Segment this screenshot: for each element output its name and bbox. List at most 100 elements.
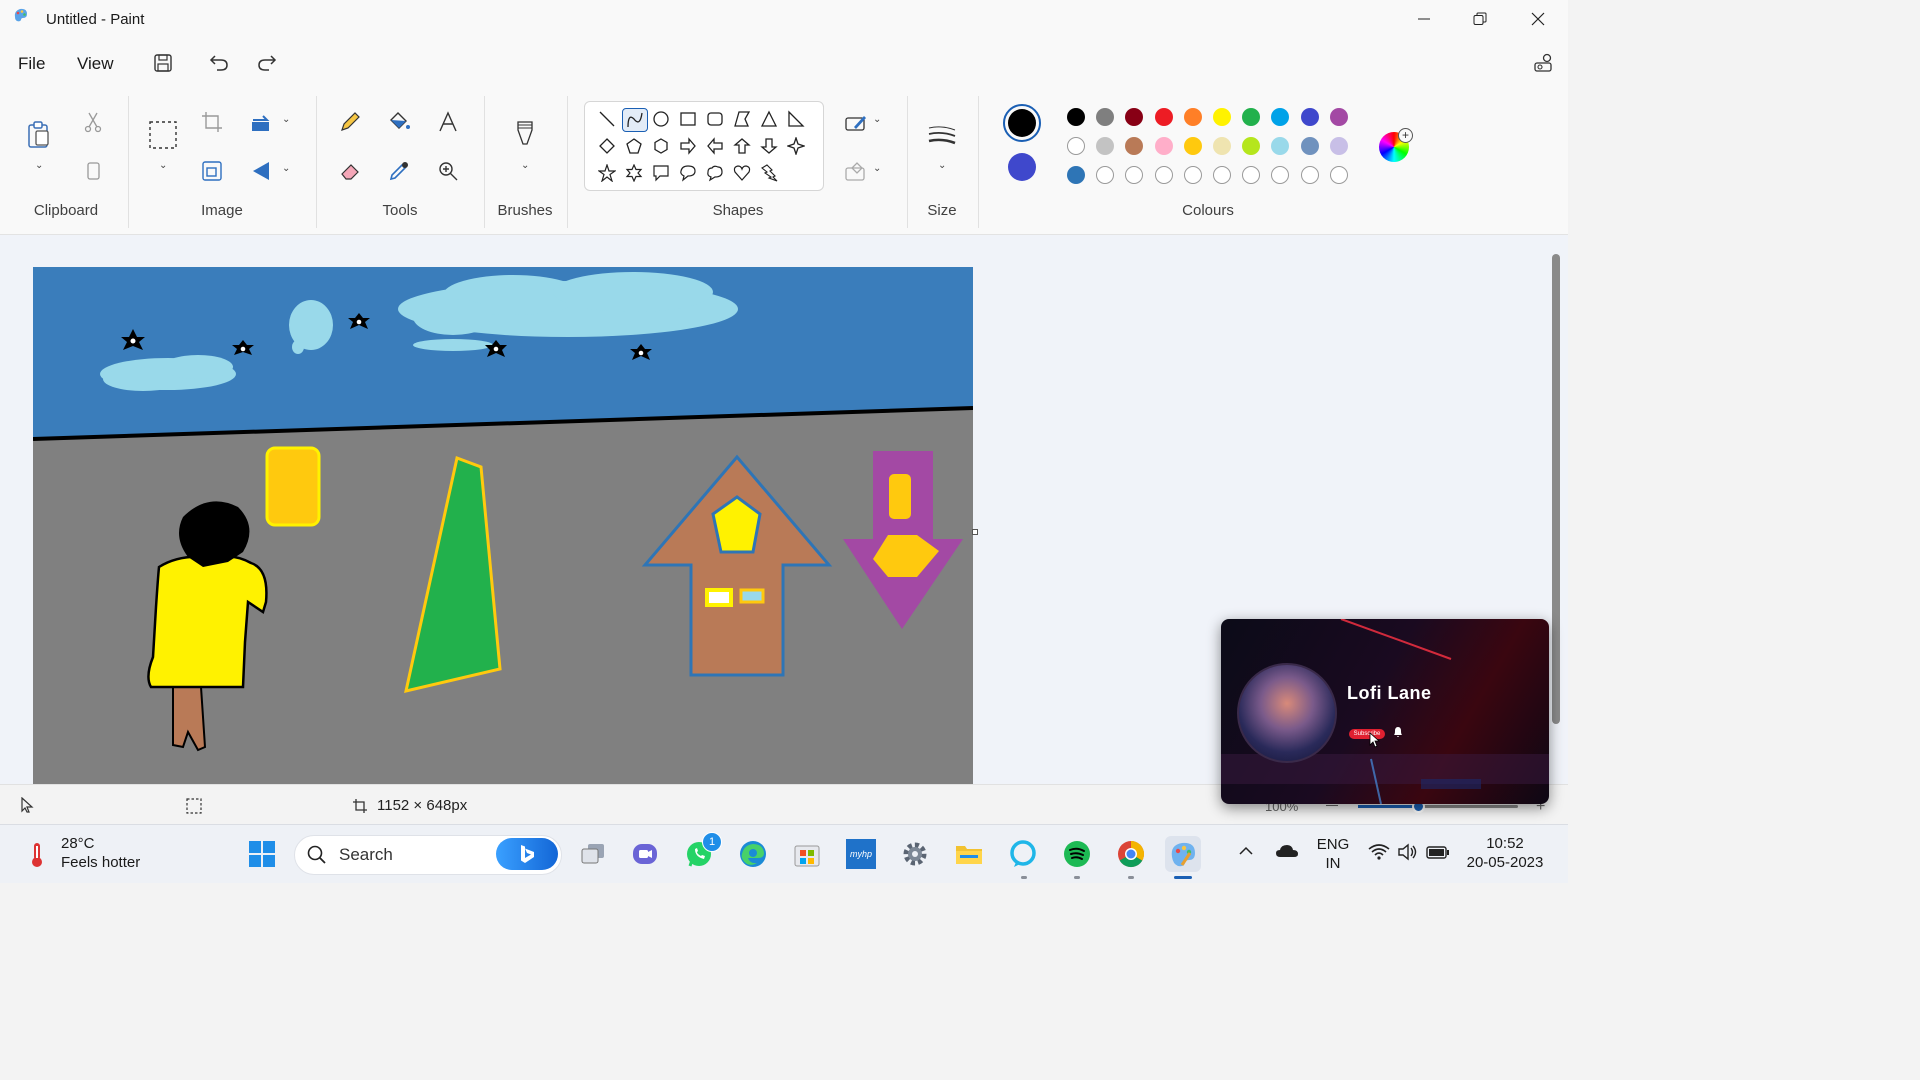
brushes-chevron-icon[interactable]: ⌄ xyxy=(521,160,529,171)
menu-file[interactable]: File xyxy=(18,54,45,74)
eraser-tool[interactable] xyxy=(333,154,367,188)
colour-swatch[interactable] xyxy=(1300,137,1319,155)
spotify-button[interactable] xyxy=(1059,836,1095,872)
outline-chevron-icon[interactable]: ⌄ xyxy=(873,114,881,125)
color-picker-tool[interactable] xyxy=(382,154,416,188)
shape-triangle[interactable] xyxy=(757,108,781,130)
shape-diamond[interactable] xyxy=(595,135,619,157)
file-explorer-button[interactable] xyxy=(951,836,987,872)
colour-swatch[interactable] xyxy=(1154,108,1173,126)
shape-oval[interactable] xyxy=(649,108,673,130)
quick-settings-button[interactable] xyxy=(1368,843,1452,865)
fill-shape-chevron-icon[interactable]: ⌄ xyxy=(873,163,881,174)
shape-curve[interactable] xyxy=(622,108,648,132)
account-button[interactable] xyxy=(1528,50,1558,76)
shape-cloud-callout[interactable] xyxy=(703,162,727,184)
paste-button[interactable] xyxy=(22,118,56,152)
colour-swatch[interactable] xyxy=(1125,137,1144,155)
minimize-button[interactable] xyxy=(1396,0,1452,38)
flip-button[interactable] xyxy=(244,154,278,188)
drawing-canvas[interactable] xyxy=(33,267,973,784)
bing-button[interactable] xyxy=(496,838,558,870)
colour-swatch[interactable] xyxy=(1125,108,1144,126)
restore-button[interactable] xyxy=(1452,0,1508,38)
shape-right-triangle[interactable] xyxy=(784,108,808,130)
shape-down-arrow[interactable] xyxy=(757,135,781,157)
magnifier-tool[interactable] xyxy=(431,154,465,188)
edge-button[interactable] xyxy=(735,836,771,872)
empty-colour-slot[interactable] xyxy=(1242,166,1261,184)
shape-polygon[interactable] xyxy=(730,108,754,130)
show-hidden-icons-button[interactable] xyxy=(1238,843,1254,859)
empty-colour-slot[interactable] xyxy=(1300,166,1319,184)
zoom-slider[interactable] xyxy=(1358,800,1518,813)
shape-line[interactable] xyxy=(595,108,619,130)
paint-taskbar-button[interactable] xyxy=(1165,836,1201,872)
shape-heart[interactable] xyxy=(730,162,754,184)
colour-swatch[interactable] xyxy=(1067,137,1085,155)
colour-swatch[interactable] xyxy=(1242,137,1261,155)
canvas-resize-handle[interactable] xyxy=(972,529,978,535)
whatsapp-button[interactable]: 1 xyxy=(681,832,722,872)
task-view-button[interactable] xyxy=(575,836,611,872)
microsoft-store-button[interactable] xyxy=(789,836,825,872)
shape-rounded-rectangle[interactable] xyxy=(703,108,727,130)
shape-rect-callout[interactable] xyxy=(649,162,673,184)
secondary-color-selector[interactable] xyxy=(1008,153,1036,181)
copy-button[interactable] xyxy=(76,154,110,188)
settings-button[interactable] xyxy=(897,836,933,872)
pencil-tool[interactable] xyxy=(333,105,367,139)
colour-swatch[interactable] xyxy=(1271,137,1290,155)
custom-colour-swatch[interactable] xyxy=(1067,166,1085,184)
select-chevron-icon[interactable]: ⌄ xyxy=(159,160,167,171)
redo-button[interactable] xyxy=(252,50,282,76)
colour-swatch[interactable] xyxy=(1183,108,1202,126)
save-button[interactable] xyxy=(148,50,178,76)
select-button[interactable] xyxy=(146,118,180,152)
weather-widget[interactable]: 28°C Feels hotter xyxy=(24,833,154,875)
empty-colour-slot[interactable] xyxy=(1183,166,1202,184)
primary-color-selector[interactable] xyxy=(1003,104,1041,142)
colour-swatch[interactable] xyxy=(1096,108,1115,126)
myhp-button[interactable]: myhp xyxy=(843,836,879,872)
fill-shape-button[interactable] xyxy=(836,154,876,188)
shape-five-point-star[interactable] xyxy=(595,162,619,184)
rotate-chevron-icon[interactable]: ⌄ xyxy=(282,114,290,125)
clock-time[interactable]: 10:52 xyxy=(1460,835,1550,852)
colour-swatch[interactable] xyxy=(1329,108,1348,126)
colour-swatch[interactable] xyxy=(1329,137,1348,155)
shape-left-arrow[interactable] xyxy=(703,135,727,157)
zoom-out-button[interactable] xyxy=(1326,805,1338,806)
close-button[interactable] xyxy=(1510,0,1566,38)
crop-button[interactable] xyxy=(195,105,229,139)
alexa-button[interactable] xyxy=(1005,836,1041,872)
brushes-button[interactable] xyxy=(508,116,542,150)
size-chevron-icon[interactable]: ⌄ xyxy=(938,160,946,171)
colour-swatch[interactable] xyxy=(1213,137,1231,155)
paste-chevron-icon[interactable]: ⌄ xyxy=(35,160,43,171)
empty-colour-slot[interactable] xyxy=(1271,166,1290,184)
shape-pentagon[interactable] xyxy=(622,135,646,157)
undo-button[interactable] xyxy=(204,50,234,76)
edit-colours-button[interactable]: + xyxy=(1379,128,1413,162)
bell-icon[interactable] xyxy=(1392,725,1404,739)
channel-avatar[interactable] xyxy=(1237,663,1337,763)
empty-colour-slot[interactable] xyxy=(1154,166,1173,184)
empty-colour-slot[interactable] xyxy=(1329,166,1348,184)
shape-up-arrow[interactable] xyxy=(730,135,754,157)
empty-colour-slot[interactable] xyxy=(1125,166,1144,184)
flip-chevron-icon[interactable]: ⌄ xyxy=(282,163,290,174)
rotate-button[interactable] xyxy=(244,105,278,139)
colour-swatch[interactable] xyxy=(1213,108,1231,126)
video-miniplayer[interactable]: Lofi Lane Subscribe xyxy=(1221,619,1549,804)
colour-swatch[interactable] xyxy=(1096,137,1115,155)
empty-colour-slot[interactable] xyxy=(1213,166,1231,184)
colour-swatch[interactable] xyxy=(1154,137,1173,155)
colour-swatch[interactable] xyxy=(1183,137,1202,155)
empty-colour-slot[interactable] xyxy=(1096,166,1115,184)
resize-button[interactable] xyxy=(195,154,229,188)
menu-view[interactable]: View xyxy=(77,54,114,74)
colour-swatch[interactable] xyxy=(1300,108,1319,126)
taskbar-search[interactable]: Search xyxy=(294,835,562,875)
shape-oval-callout[interactable] xyxy=(676,162,700,184)
